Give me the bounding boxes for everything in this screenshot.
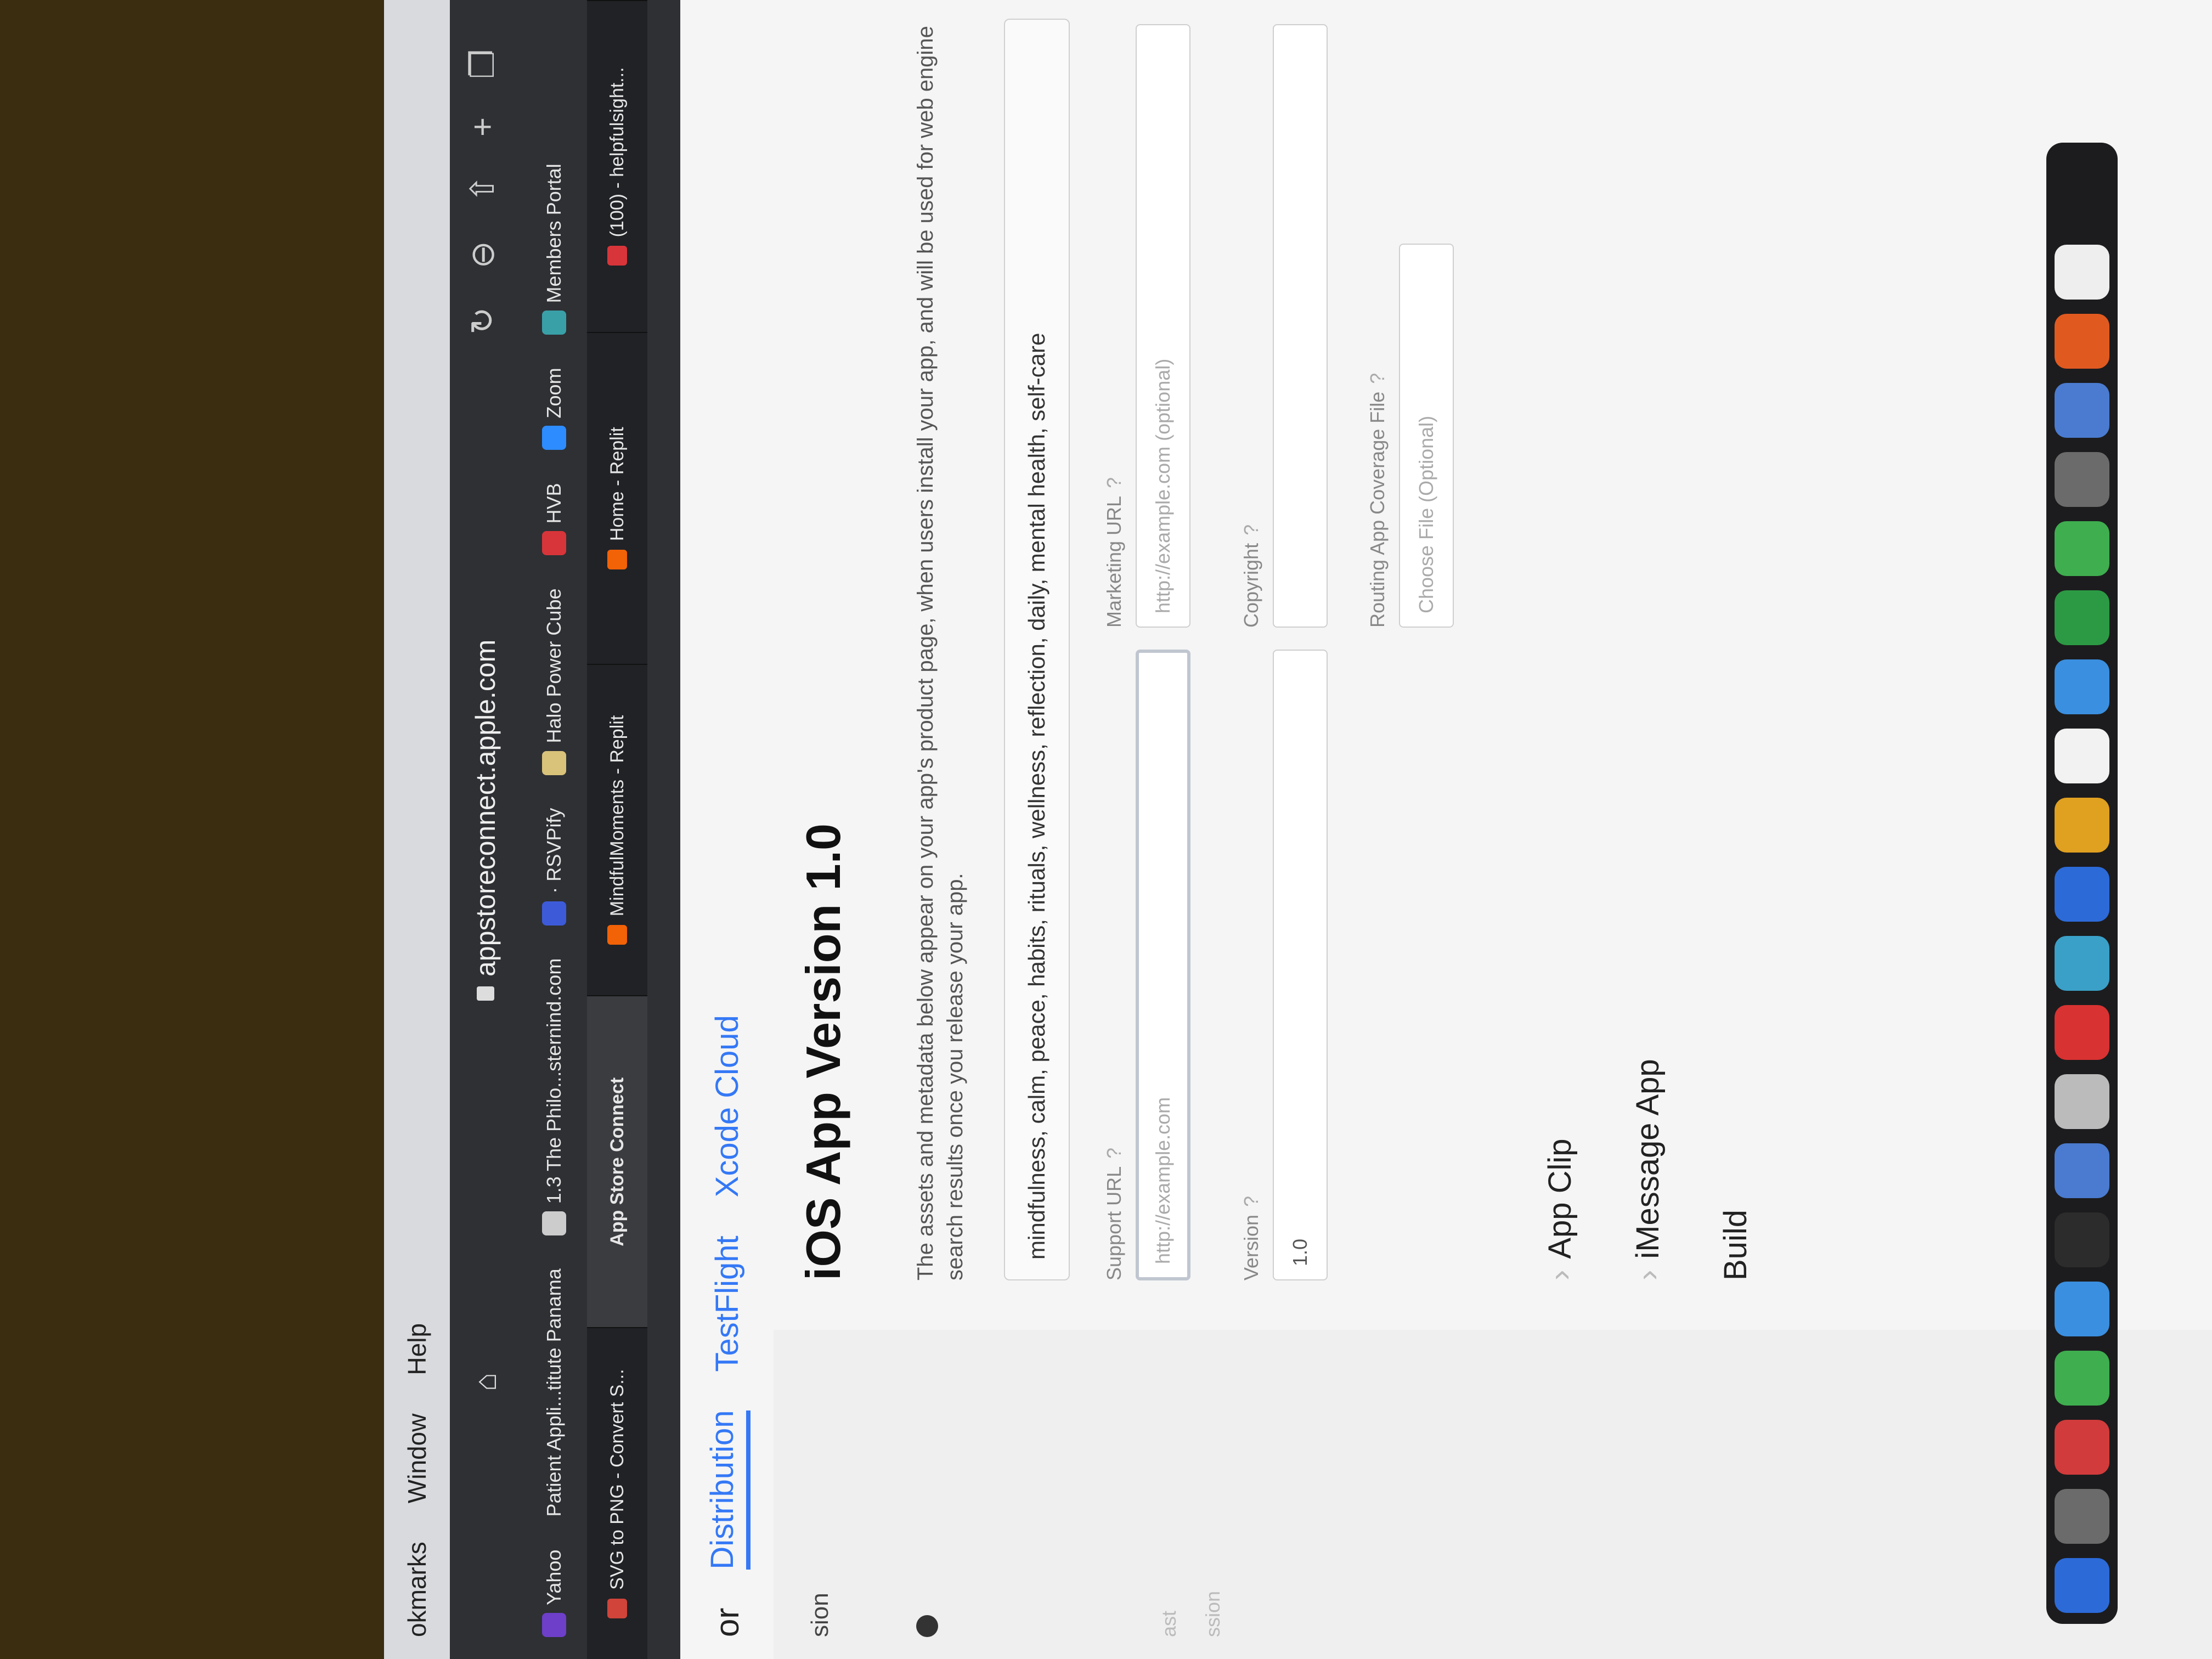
- new-tab-icon[interactable]: +: [464, 117, 502, 137]
- browser-tab[interactable]: Home - Replit: [587, 331, 647, 664]
- dock-app-icon[interactable]: [2055, 383, 2109, 438]
- keywords-field[interactable]: mindfulness, calm, peace, habits, ritual…: [1004, 19, 1070, 1280]
- dock-app-icon[interactable]: [2055, 314, 2109, 369]
- dock-app-icon[interactable]: [2055, 245, 2109, 300]
- browser-tab[interactable]: SVG to PNG - Convert S...: [587, 1327, 647, 1659]
- browser-toolbar: ⌂ appstoreconnect.apple.com ↻ ⊖ ⇧ + ❐: [450, 0, 521, 1659]
- tab-strip: SVG to PNG - Convert S... App Store Conn…: [587, 0, 647, 1659]
- marketing-url-input[interactable]: http://example.com (optional): [1136, 24, 1190, 628]
- bookmark-item[interactable]: HVB: [542, 483, 566, 556]
- address-bar[interactable]: appstoreconnect.apple.com: [461, 507, 510, 1001]
- bookmark-item[interactable]: Patient Appli...titute Panama: [543, 1268, 566, 1516]
- tab-favicon: [607, 550, 627, 570]
- chevron-right-icon: ›: [1542, 1269, 1578, 1280]
- toolbar-actions: ↻ ⊖ ⇧ + ❐: [464, 49, 502, 335]
- section-imessage-app[interactable]: ›iMessage App: [1629, 1059, 1666, 1280]
- bookmark-icon: [542, 426, 566, 450]
- reload-icon[interactable]: ↻: [464, 307, 502, 334]
- bookmark-item[interactable]: · RSVPify: [542, 808, 566, 926]
- dock-app-icon[interactable]: [2055, 1143, 2109, 1198]
- bookmark-item[interactable]: Members Portal: [542, 163, 566, 335]
- sidebar-faint-label: ast: [1158, 1610, 1180, 1637]
- version-label: Version?: [1240, 1195, 1263, 1280]
- bookmark-icon: [542, 311, 566, 335]
- bookmark-icon: [542, 751, 566, 775]
- mac-dock: [2046, 143, 2118, 1624]
- tab-testflight[interactable]: TestFlight: [709, 1235, 746, 1372]
- mac-menu-bar: okmarks Window Help: [384, 0, 450, 1659]
- marketing-url-label: Marketing URL?: [1103, 477, 1126, 628]
- bookmark-item[interactable]: Yahoo: [542, 1550, 566, 1637]
- version-detail: iOS App Version 1.0 The assets and metad…: [774, 2, 2212, 1319]
- support-url-input[interactable]: http://example.com: [1136, 650, 1190, 1280]
- page-title: iOS App Version 1.0: [796, 823, 850, 1280]
- bookmark-icon: [542, 531, 566, 556]
- chevron-right-icon: ›: [1630, 1269, 1666, 1280]
- dock-app-icon[interactable]: [2055, 1420, 2109, 1475]
- routing-file-label: Routing App Coverage File?: [1366, 373, 1389, 628]
- address-text: appstoreconnect.apple.com: [470, 639, 501, 977]
- screen: okmarks Window Help ⌂ appstoreconnect.ap…: [384, 0, 2212, 1659]
- support-url-label: Support URL?: [1103, 1147, 1126, 1280]
- tab-favicon: [607, 925, 627, 945]
- app-nav: or Distribution TestFlight Xcode Cloud: [680, 0, 774, 1659]
- dock-app-icon[interactable]: [2055, 936, 2109, 991]
- status-dot-icon: [916, 1615, 938, 1637]
- help-icon[interactable]: ?: [1240, 1196, 1263, 1207]
- routing-file-chooser[interactable]: Choose File (Optional): [1399, 244, 1454, 628]
- lock-icon: [477, 986, 494, 1001]
- dock-app-icon[interactable]: [2055, 1351, 2109, 1406]
- dock-app-icon[interactable]: [2055, 867, 2109, 922]
- section-app-clip[interactable]: ›App Clip: [1542, 1138, 1578, 1280]
- sidebar-faint-label: ssion: [1201, 1590, 1224, 1637]
- dock-app-icon[interactable]: [2055, 798, 2109, 853]
- dock-app-icon[interactable]: [2055, 1074, 2109, 1129]
- tab-favicon: [607, 246, 627, 266]
- dock-app-icon[interactable]: [2055, 729, 2109, 783]
- bookmark-item[interactable]: Zoom: [542, 368, 566, 450]
- dock-app-icon[interactable]: [2055, 452, 2109, 507]
- copyright-label: Copyright?: [1240, 524, 1263, 628]
- dock-app-icon[interactable]: [2055, 1489, 2109, 1544]
- help-icon[interactable]: ?: [1366, 373, 1389, 384]
- browser-chrome: ⌂ appstoreconnect.apple.com ↻ ⊖ ⇧ + ❐ Ya…: [450, 0, 680, 1659]
- bookmark-icon: [542, 901, 566, 926]
- sidebar-item-version[interactable]: sion: [806, 1593, 834, 1637]
- browser-tab[interactable]: (100) - helpfulsight...: [587, 0, 647, 332]
- dock-app-icon[interactable]: [2055, 590, 2109, 645]
- app-store-connect-page: or Distribution TestFlight Xcode Cloud s…: [680, 0, 2212, 1659]
- menu-window[interactable]: Window: [402, 1414, 432, 1504]
- menu-bookmarks[interactable]: okmarks: [402, 1542, 432, 1637]
- dock-app-icon[interactable]: [2055, 1005, 2109, 1060]
- bookmark-icon: [542, 1211, 566, 1236]
- section-build: Build: [1718, 1210, 1753, 1280]
- dock-app-icon[interactable]: [2055, 659, 2109, 714]
- version-input[interactable]: 1.0: [1273, 650, 1328, 1280]
- dock-app-icon[interactable]: [2055, 1282, 2109, 1336]
- menu-help[interactable]: Help: [402, 1323, 432, 1375]
- share-icon[interactable]: ⇧: [464, 175, 502, 202]
- bookmark-item[interactable]: Halo Power Cube: [542, 589, 566, 775]
- bookmark-icon: [542, 1613, 566, 1637]
- section-description: The assets and metadata below appear on …: [913, 26, 967, 1280]
- app-name[interactable]: or: [708, 1608, 746, 1637]
- bookmarks-bar: Yahoo Patient Appli...titute Panama 1.3 …: [521, 0, 587, 1659]
- sidebar: sion ast ssion: [774, 1330, 2212, 1659]
- dock-app-icon[interactable]: [2055, 521, 2109, 576]
- home-icon[interactable]: ⌂: [466, 1363, 505, 1401]
- download-icon[interactable]: ⊖: [464, 241, 502, 268]
- dock-app-icon[interactable]: [2055, 1558, 2109, 1613]
- tab-xcode-cloud[interactable]: Xcode Cloud: [709, 1015, 746, 1197]
- help-icon[interactable]: ?: [1240, 524, 1263, 535]
- tab-favicon: [607, 1598, 627, 1618]
- tab-overview-icon[interactable]: ❐: [464, 49, 502, 79]
- dock-app-icon[interactable]: [2055, 1212, 2109, 1267]
- tab-distribution[interactable]: Distribution: [703, 1410, 751, 1570]
- bookmark-item[interactable]: 1.3 The Philo...sternind.com: [542, 958, 566, 1236]
- help-icon[interactable]: ?: [1103, 477, 1126, 488]
- browser-tab[interactable]: MindfulMoments - Replit: [587, 663, 647, 996]
- browser-tab-active[interactable]: App Store Connect: [587, 995, 647, 1328]
- help-icon[interactable]: ?: [1103, 1148, 1126, 1159]
- copyright-input[interactable]: [1273, 24, 1328, 628]
